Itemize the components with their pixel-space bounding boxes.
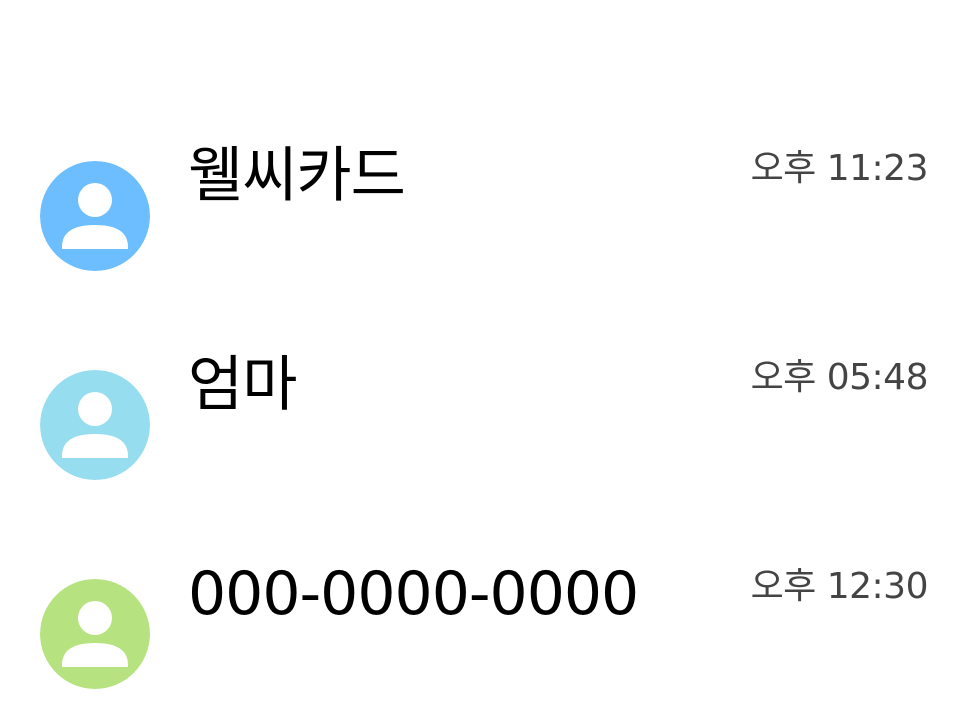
contact-name: 000-0000-0000 (188, 559, 639, 629)
person-icon (40, 161, 150, 271)
avatar (40, 579, 150, 689)
message-time: 오후 12:30 (750, 566, 929, 607)
conversation-item-3[interactable]: 000-0000-0000 오후 12:30 (0, 544, 972, 724)
message-time: 오후 11:23 (750, 148, 929, 189)
contact-name: 웰씨카드 (188, 141, 406, 211)
conversation-item-1[interactable]: 웰씨카드 오후 11:23 (0, 126, 972, 306)
conversation-list: 웰씨카드 오후 11:23 엄마 오후 05:48 000-0000-0000 … (0, 0, 972, 716)
contact-name: 엄마 (188, 350, 297, 420)
conversation-item-2[interactable]: 엄마 오후 05:48 (0, 335, 972, 515)
avatar (40, 370, 150, 480)
person-icon (40, 370, 150, 480)
person-icon (40, 579, 150, 689)
message-time: 오후 05:48 (750, 357, 929, 398)
avatar (40, 161, 150, 271)
